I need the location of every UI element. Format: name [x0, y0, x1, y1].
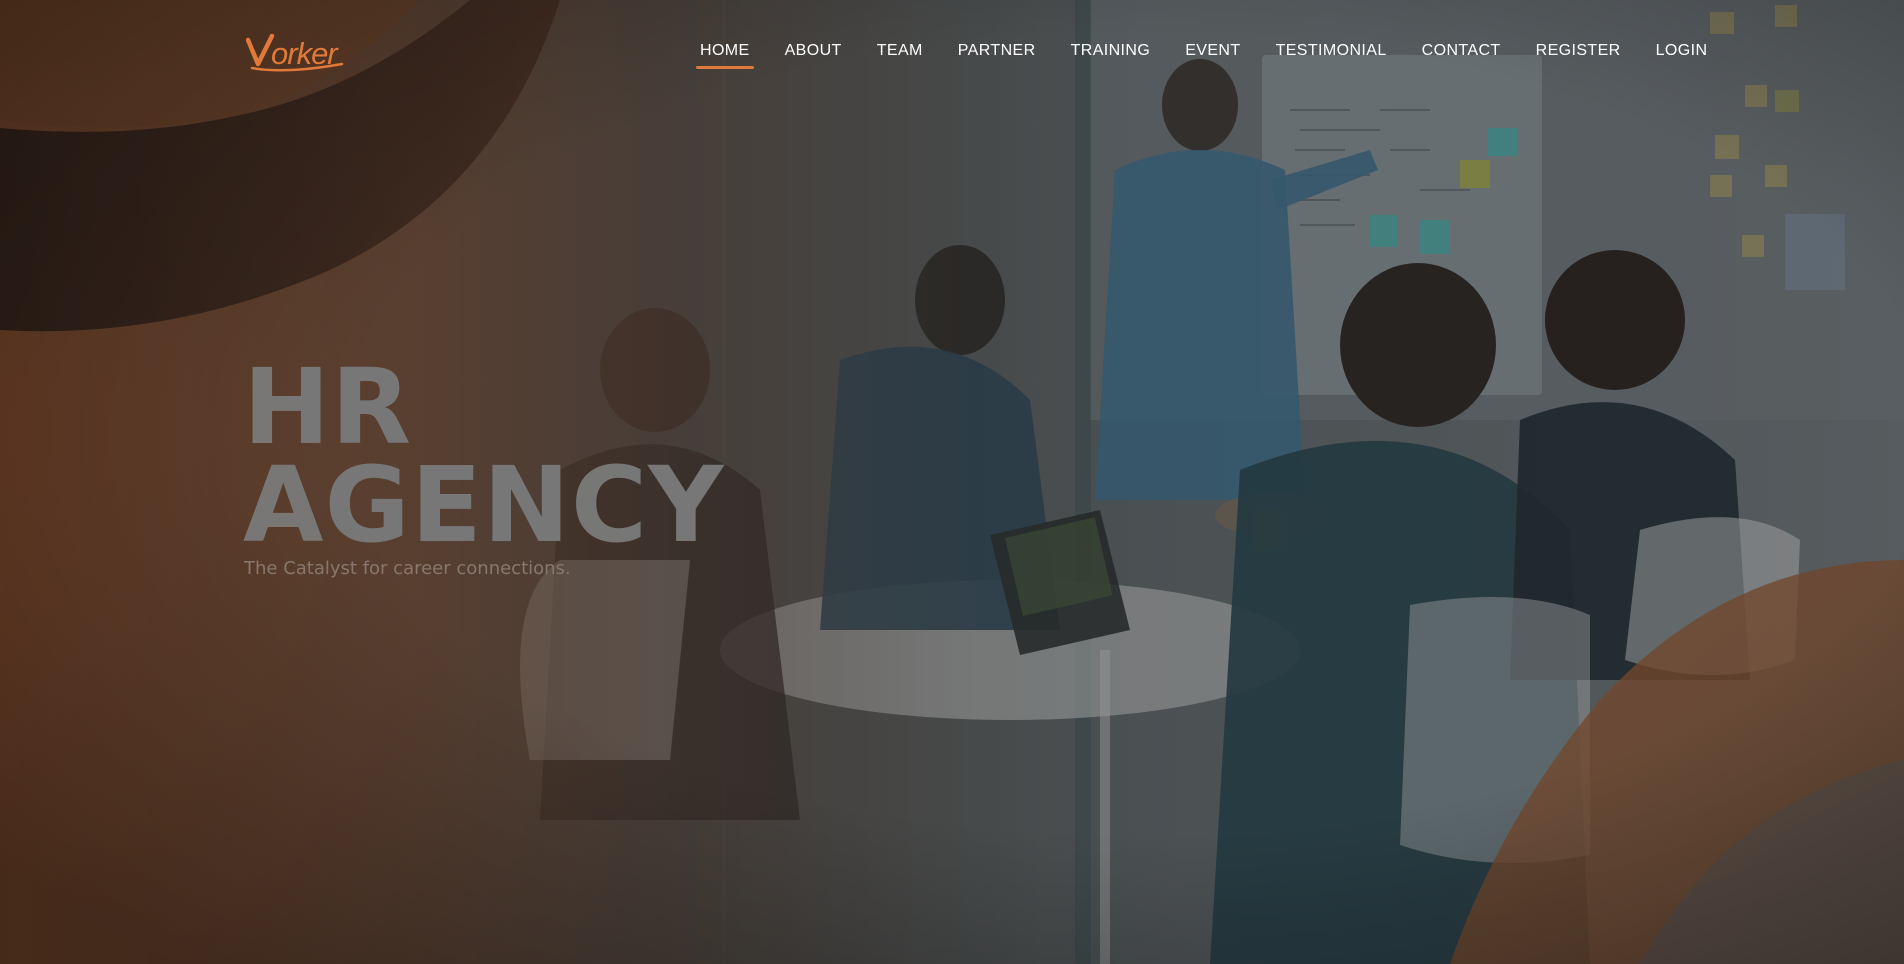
- nav-item-contact[interactable]: CONTACT: [1422, 42, 1501, 60]
- brand-logo[interactable]: orker: [246, 28, 364, 74]
- nav-item-testimonial[interactable]: TESTIMONIAL: [1276, 42, 1387, 60]
- hero-title-line2: AGENCY: [243, 444, 725, 566]
- nav-item-training[interactable]: TRAINING: [1071, 42, 1151, 60]
- hero-title: HR AGENCY: [243, 346, 725, 566]
- hero-section: orker HOME ABOUT TEAM PARTNER TRAINING E…: [0, 0, 1904, 964]
- nav-item-login[interactable]: LOGIN: [1656, 42, 1708, 60]
- main-navigation: HOME ABOUT TEAM PARTNER TRAINING EVENT T…: [696, 36, 1708, 69]
- nav-item-partner[interactable]: PARTNER: [958, 42, 1036, 60]
- nav-item-about[interactable]: ABOUT: [785, 42, 842, 60]
- hero-subtitle: The Catalyst for career connections.: [244, 558, 571, 579]
- nav-item-home[interactable]: HOME: [696, 42, 754, 69]
- hero-title-line1: HR: [243, 346, 413, 468]
- nav-item-register[interactable]: REGISTER: [1536, 42, 1621, 60]
- nav-item-event[interactable]: EVENT: [1185, 42, 1240, 60]
- nav-item-team[interactable]: TEAM: [877, 42, 923, 60]
